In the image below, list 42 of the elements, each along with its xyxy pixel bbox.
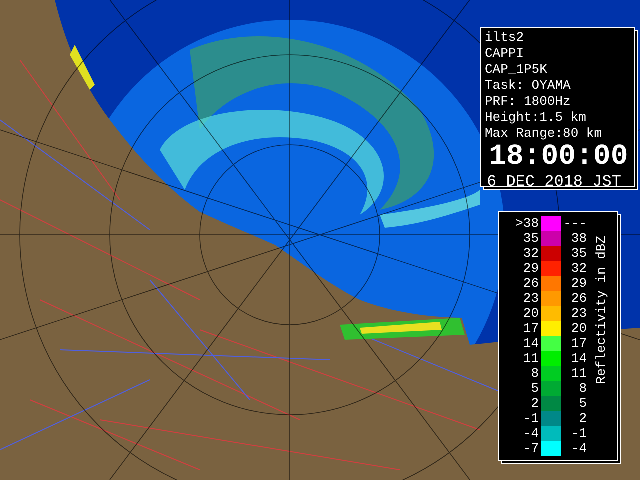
legend-lower-bound: 20: [522, 306, 540, 321]
legend-upper-bound: 23: [570, 306, 587, 321]
legend-lower-bound: 2: [530, 396, 540, 411]
legend-upper-bound: 14: [570, 351, 587, 366]
legend-lower-bound: 17: [522, 321, 540, 336]
legend-lower-bound: -1: [522, 411, 540, 426]
info-text: Max Range:80 km: [485, 126, 602, 142]
legend-upper-bound: 17: [570, 336, 587, 351]
time-text: 18:00:00: [489, 142, 628, 172]
legend-upper-bound: 2: [578, 411, 587, 426]
legend-lower-bound: -4: [522, 426, 540, 441]
legend-lower-bound: 8: [530, 366, 540, 381]
legend-lower-bound: 29: [522, 261, 540, 276]
legend-upper-bound: 29: [570, 276, 587, 291]
legend-upper-bound: 32: [570, 261, 587, 276]
legend-upper-bound: -1: [570, 426, 587, 441]
info-text: CAP_1P5K: [485, 62, 548, 78]
legend-lower-bound: 35: [522, 231, 540, 246]
info-text: ilts2: [485, 30, 524, 46]
legend-upper-bound: 20: [570, 321, 587, 336]
info-text: Height:1.5 km: [485, 110, 586, 126]
legend-lower-bound: 14: [522, 336, 540, 351]
legend-upper-bound: 38: [570, 231, 587, 246]
date-text: 6 DEC 2018 JST: [487, 172, 622, 192]
legend-upper-bound: 8: [578, 381, 587, 396]
legend-upper-bound: 11: [570, 366, 587, 381]
legend-upper-bound: -4: [570, 441, 587, 456]
legend-title: Reflectivity in dBZ: [595, 236, 609, 384]
legend-lower-bound: 5: [530, 381, 540, 396]
legend-upper-bound: 26: [570, 291, 587, 306]
legend-upper-bound: 35: [570, 246, 587, 261]
legend-upper-bound: ---: [562, 216, 587, 231]
legend-lower-bound: -7: [522, 441, 540, 456]
legend-upper-bound: 5: [578, 396, 587, 411]
info-text: Task: OYAMA: [485, 78, 571, 94]
legend-lower-bound: 26: [522, 276, 540, 291]
info-text: CAPPI: [485, 46, 524, 62]
legend-lower-bound: >38: [514, 216, 540, 231]
legend-lower-bound: 11: [522, 351, 540, 366]
legend-lower-bound: 23: [522, 291, 540, 306]
legend-lower-bound: 32: [522, 246, 540, 261]
info-text: PRF: 1800Hz: [485, 94, 571, 110]
